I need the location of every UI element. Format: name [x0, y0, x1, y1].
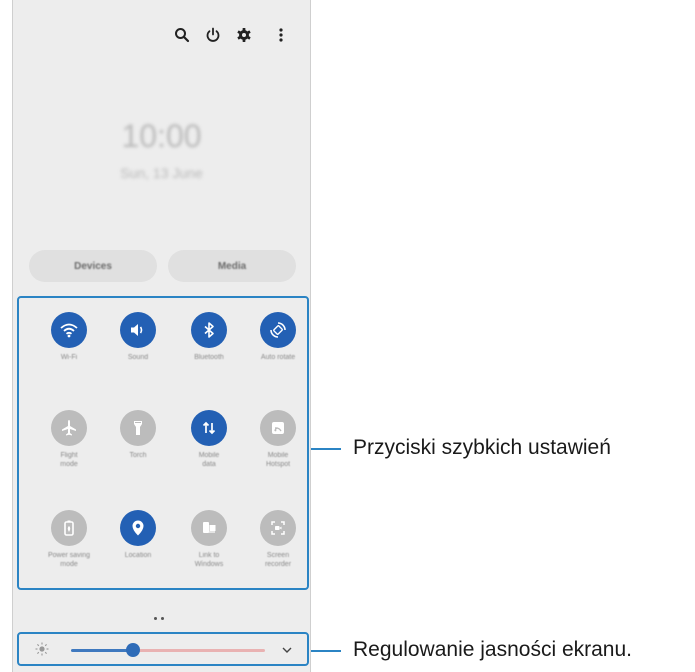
torch-icon — [120, 410, 156, 446]
more-vertical-icon[interactable] — [269, 23, 293, 47]
callout-brightness: Regulowanie jasności ekranu. — [353, 638, 632, 661]
page-indicator — [154, 617, 174, 623]
clock-date: Sun, 13 June — [120, 165, 203, 181]
devices-button[interactable]: Devices — [29, 250, 157, 282]
tile-mobile-data[interactable]: Mobile data — [174, 410, 244, 469]
gear-icon[interactable] — [232, 23, 256, 47]
clock-time: 10:00 — [121, 118, 202, 154]
tile-flight-mode[interactable]: Flight mode — [34, 410, 104, 469]
brightness-track-empty — [135, 649, 265, 652]
sun-icon — [35, 642, 49, 661]
callout-line-brightness — [311, 650, 341, 652]
media-button[interactable]: Media — [168, 250, 296, 282]
mobile-data-icon — [191, 410, 227, 446]
auto-rotate-icon — [260, 312, 296, 348]
chevron-down-icon[interactable] — [281, 643, 293, 661]
tile-label: Sound — [127, 354, 149, 361]
tile-label: Wi-Fi — [60, 354, 78, 361]
tile-label: Mobile data — [198, 452, 220, 468]
power-saving-icon — [51, 510, 87, 546]
screen-recorder-icon — [260, 510, 296, 546]
tile-label: Mobile Hotspot — [265, 452, 291, 468]
tile-mobile-hotspot[interactable]: Mobile Hotspot — [243, 410, 313, 469]
tile-label: Torch — [129, 452, 147, 459]
quick-settings-panel: Wi-Fi Sound Bluetooth Auto rotate Flight… — [17, 296, 309, 590]
callout-quick-settings: Przyciski szybkich ustawień — [353, 436, 611, 459]
tile-label: Location — [124, 552, 152, 559]
tile-wifi[interactable]: Wi-Fi — [34, 312, 104, 362]
tile-bluetooth[interactable]: Bluetooth — [174, 312, 244, 362]
devices-button-label: Devices — [74, 260, 112, 272]
tile-label: Bluetooth — [194, 354, 224, 361]
tile-label: Link to Windows — [194, 552, 224, 568]
power-icon[interactable] — [201, 23, 225, 47]
link-windows-icon — [191, 510, 227, 546]
bluetooth-icon — [191, 312, 227, 348]
panel-top-bar — [13, 0, 310, 70]
tile-location[interactable]: Location — [103, 510, 173, 560]
tile-power-saving[interactable]: Power saving mode — [34, 510, 104, 569]
search-icon[interactable] — [170, 23, 194, 47]
tile-screen-recorder[interactable]: Screen recorder — [243, 510, 313, 569]
wifi-icon — [51, 312, 87, 348]
media-button-label: Media — [217, 260, 247, 272]
airplane-icon — [51, 410, 87, 446]
tile-auto-rotate[interactable]: Auto rotate — [243, 312, 313, 362]
brightness-slider-thumb[interactable] — [126, 643, 140, 657]
tile-link-to-windows[interactable]: Link to Windows — [174, 510, 244, 569]
tile-label: Power saving mode — [47, 552, 91, 568]
sound-icon — [120, 312, 156, 348]
tile-label: Screen recorder — [264, 552, 292, 568]
tile-label: Auto rotate — [260, 354, 296, 361]
tile-sound[interactable]: Sound — [103, 312, 173, 362]
hotspot-icon — [260, 410, 296, 446]
brightness-bar — [17, 632, 309, 666]
location-icon — [120, 510, 156, 546]
notification-panel: 10:00 Sun, 13 June Devices Media Wi-Fi S… — [12, 0, 311, 672]
callout-line-quick-settings — [311, 448, 341, 450]
tile-torch[interactable]: Torch — [103, 410, 173, 460]
tile-label: Flight mode — [60, 452, 78, 468]
